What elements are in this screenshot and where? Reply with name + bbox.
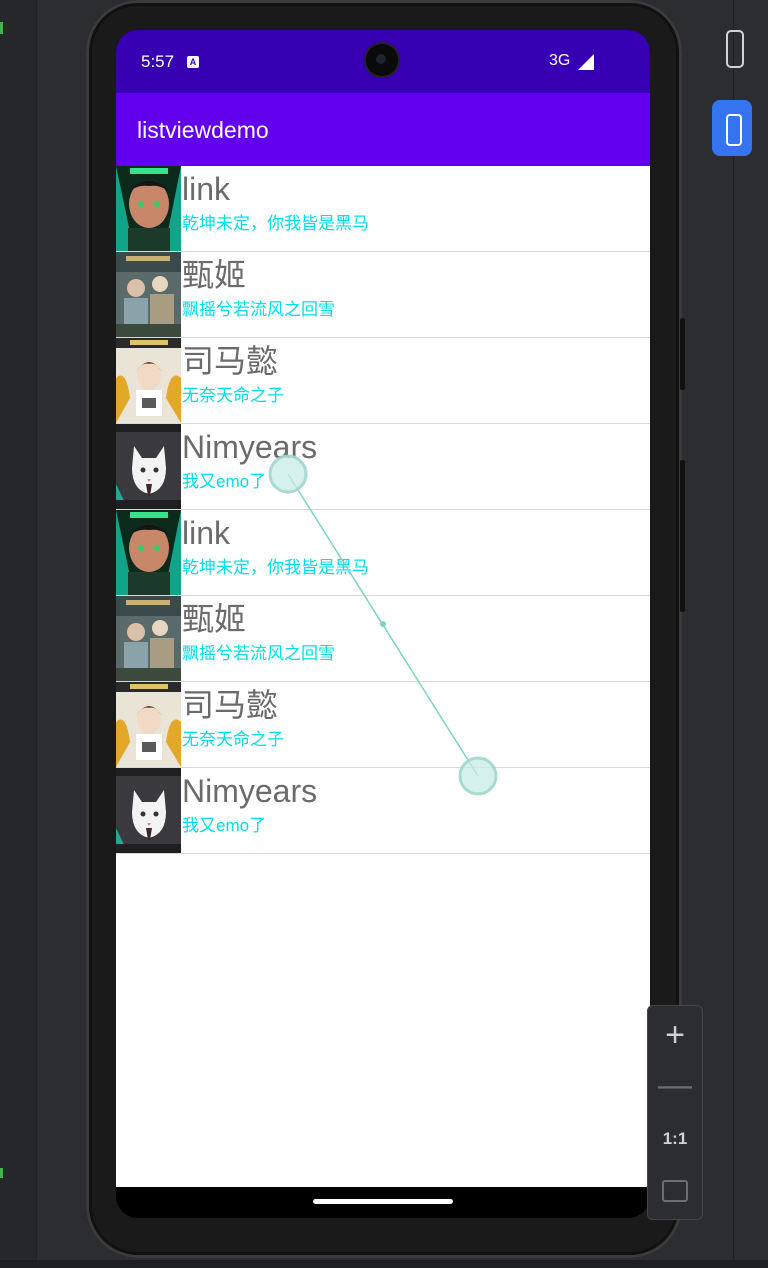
emulator-screen: 5:57 A 3G listviewdemo link 乾坤未定，你我皆是黑马 (116, 30, 650, 1218)
device-frame-icon[interactable] (726, 30, 744, 68)
change-marker (0, 1168, 3, 1178)
list-view[interactable]: link乾坤未定，你我皆是黑马 甄姬飘摇兮若流风之回雪 司马懿无奈天命之子 (116, 166, 650, 1187)
list-item-title: 甄姬 (182, 257, 247, 293)
list-item-title: Nimyears (182, 429, 318, 465)
anime-boy-avatar (116, 510, 181, 595)
list-item-title: 司马懿 (182, 343, 279, 379)
list-item-subtitle: 乾坤未定，你我皆是黑马 (182, 214, 369, 233)
list-item-subtitle: 无奈天命之子 (182, 730, 284, 749)
list-item[interactable]: 甄姬飘摇兮若流风之回雪 (116, 596, 650, 682)
volume-button[interactable] (680, 460, 685, 612)
app-title: listviewdemo (137, 117, 269, 143)
anime-boy-avatar (116, 166, 181, 251)
list-item-subtitle: 飘摇兮若流风之回雪 (182, 644, 335, 663)
fit-screen-button[interactable] (648, 1166, 702, 1216)
status-bar: 5:57 A 3G (116, 30, 650, 93)
list-item-subtitle: 我又emo了 (182, 472, 267, 491)
figurines-avatar (116, 596, 181, 681)
running-devices-button[interactable] (712, 100, 752, 156)
ide-right-toolbar (712, 0, 768, 1268)
list-item-subtitle: 无奈天命之子 (182, 386, 284, 405)
white-cat-avatar (116, 768, 181, 853)
actual-size-button[interactable]: 1:1 (648, 1114, 702, 1164)
list-item-title: 甄姬 (182, 601, 247, 637)
list-item[interactable]: Nimyears 我又emo了 (116, 424, 650, 510)
anime-girl-avatar (116, 682, 181, 767)
a-badge-icon: A (187, 56, 199, 68)
change-marker (0, 22, 3, 34)
navigation-bar (116, 1187, 650, 1218)
signal-icon (578, 54, 594, 70)
list-item-title: link (182, 515, 231, 551)
list-item[interactable]: Nimyears 我又emo了 (116, 768, 650, 854)
network-type: 3G (549, 52, 571, 69)
fit-screen-icon (662, 1180, 688, 1202)
list-item[interactable]: link 乾坤未定，你我皆是黑马 (116, 510, 650, 596)
anime-girl-avatar (116, 338, 181, 423)
status-time: 5:57 (141, 52, 175, 71)
list-item[interactable]: 司马懿 无奈天命之子 (116, 338, 650, 424)
ide-left-gutter (0, 0, 37, 1268)
list-item[interactable]: 甄姬飘摇兮若流风之回雪 (116, 252, 650, 338)
app-bar: listviewdemo (116, 93, 650, 166)
power-button[interactable] (680, 318, 685, 390)
white-cat-avatar (116, 424, 181, 509)
zoom-out-button[interactable]: — (648, 1060, 702, 1110)
list-item-title: Nimyears (182, 773, 318, 809)
list-item-subtitle: 乾坤未定，你我皆是黑马 (182, 558, 369, 577)
zoom-controls: + — 1:1 (647, 1005, 703, 1220)
ide-status-strip (0, 1260, 768, 1268)
home-gesture-handle[interactable] (313, 1199, 453, 1204)
camera-cutout (366, 44, 398, 76)
list-item-title: link (182, 171, 231, 207)
list-item-subtitle: 我又emo了 (182, 816, 267, 835)
list-item[interactable]: 司马懿 无奈天命之子 (116, 682, 650, 768)
list-item[interactable]: link 乾坤未定，你我皆是黑马 (116, 166, 650, 252)
figurines-avatar (116, 252, 181, 337)
list-item-subtitle: 飘摇兮若流风之回雪 (182, 300, 335, 319)
phone-icon (726, 114, 742, 146)
list-item-title: 司马懿 (182, 687, 279, 723)
zoom-in-button[interactable]: + (648, 1010, 702, 1060)
